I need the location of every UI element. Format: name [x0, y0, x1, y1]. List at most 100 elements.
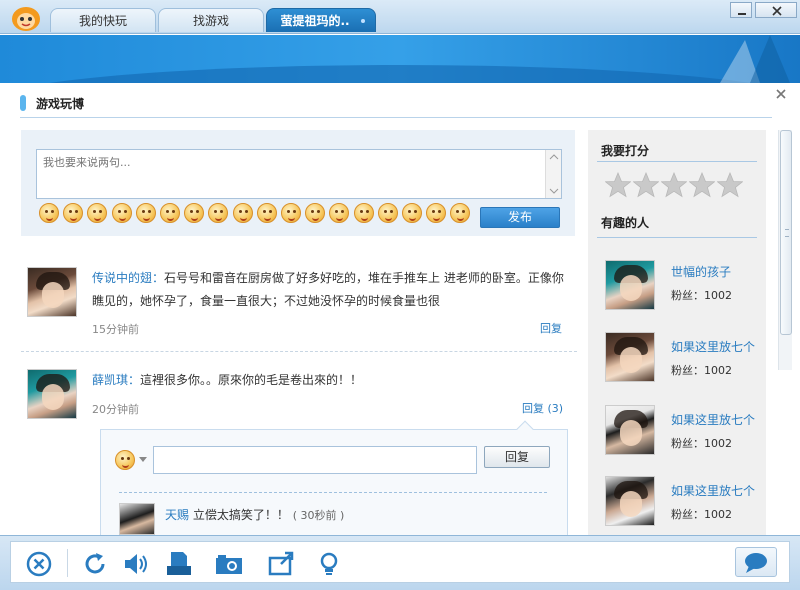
- emoji-icon[interactable]: [232, 203, 253, 223]
- emoji-dropdown-icon[interactable]: [139, 457, 147, 462]
- post-username[interactable]: 传说中的翅：: [92, 271, 164, 285]
- scrollbar-thumb[interactable]: [780, 130, 792, 335]
- app-logo-icon: [12, 7, 40, 31]
- emoji-icon[interactable]: [39, 203, 59, 223]
- person-name[interactable]: 如果这里放七个: [671, 411, 755, 428]
- toolbar-inner: [10, 541, 790, 583]
- banner-decoration: [49, 35, 790, 83]
- reply-count-link[interactable]: 回复 (3): [522, 400, 563, 416]
- scroll-arrows-icon: [549, 154, 559, 194]
- people-title: 有趣的人: [601, 216, 650, 230]
- emoji-icon[interactable]: [402, 203, 422, 223]
- emoji-icon[interactable]: [160, 203, 180, 223]
- emoji-icon[interactable]: [377, 203, 398, 223]
- avatar[interactable]: [27, 369, 77, 419]
- page-title: 游戏玩博: [36, 97, 85, 111]
- emoji-icon[interactable]: [87, 203, 108, 223]
- publish-button[interactable]: 发布: [480, 207, 560, 228]
- reply-username[interactable]: 天赐: [165, 508, 189, 522]
- minimize-button[interactable]: [730, 2, 752, 18]
- emoji-icon[interactable]: [111, 203, 132, 223]
- person-avatar[interactable]: [605, 332, 655, 382]
- comment-input[interactable]: [36, 149, 562, 199]
- person-fans: 粉丝：1002: [671, 508, 732, 521]
- emoji-icon[interactable]: [184, 203, 205, 223]
- reply-avatar[interactable]: [119, 503, 155, 535]
- person-fans: 粉丝：1002: [671, 289, 732, 302]
- chat-bubble-icon: [745, 553, 767, 573]
- post-text: 薛凯琪：這裡很多你。。原來你的毛是卷出來的！！: [92, 369, 572, 392]
- tab-find-games[interactable]: 找游戏: [158, 8, 264, 32]
- star-icon[interactable]: [717, 172, 743, 198]
- person-name[interactable]: 如果这里放七个: [671, 482, 755, 499]
- avatar[interactable]: [27, 267, 77, 317]
- star-icon[interactable]: [633, 172, 659, 198]
- tab-my-games[interactable]: 我的快玩: [50, 8, 156, 32]
- reply-box-notch: [516, 420, 534, 438]
- panel-close-icon[interactable]: [774, 87, 788, 101]
- camera-icon[interactable]: [215, 550, 243, 578]
- user-icon[interactable]: [165, 550, 193, 578]
- tab-label: 找游戏: [192, 14, 229, 28]
- reply-time: ( 30秒前 ): [292, 509, 345, 522]
- star-icon[interactable]: [605, 172, 631, 198]
- refresh-icon[interactable]: [81, 550, 109, 578]
- close-window-button[interactable]: [755, 2, 797, 18]
- reply-button[interactable]: 回复: [484, 446, 550, 468]
- star-icon[interactable]: [689, 172, 715, 198]
- reply-content: 立偿太搞笑了！！: [192, 508, 289, 522]
- share-icon[interactable]: [267, 550, 295, 578]
- main-panel: 游戏玩博 发布 传说中的翅：石号号和雷音在厨房做了好多好吃的，堆在手推车上 进老…: [4, 83, 796, 590]
- lightbulb-icon[interactable]: [315, 550, 343, 578]
- person-fans: 粉丝：1002: [671, 364, 732, 377]
- person-name[interactable]: 如果这里放七个: [671, 338, 755, 355]
- tab-label: 我的快玩: [78, 14, 127, 28]
- emoji-icon[interactable]: [329, 203, 350, 223]
- rate-title: 我要打分: [601, 144, 650, 158]
- post-username[interactable]: 薛凯琪：: [92, 373, 140, 387]
- emoji-icon[interactable]: [426, 203, 447, 223]
- bottom-toolbar: [0, 535, 800, 590]
- volume-icon[interactable]: [122, 550, 150, 578]
- post-time: 20分钟前: [92, 403, 139, 416]
- emoji-picker-icon[interactable]: [115, 450, 135, 470]
- person-avatar[interactable]: [605, 260, 655, 310]
- minimize-icon: [738, 13, 746, 15]
- emoji-icon[interactable]: [208, 203, 229, 223]
- sidebar: 我要打分 有趣的人 世幅的孩子 粉丝：1002 如果这里放七个 粉丝：1002 …: [588, 130, 766, 535]
- input-scrollbar[interactable]: [545, 150, 561, 198]
- reply-divider: [119, 492, 547, 493]
- post-divider: [21, 351, 577, 352]
- tab-current-game[interactable]: 萤提祖玛的..: [266, 8, 376, 32]
- person-avatar[interactable]: [605, 405, 655, 455]
- person-name[interactable]: 世幅的孩子: [671, 263, 731, 280]
- reply-link[interactable]: 回复: [540, 320, 562, 336]
- emoji-icon[interactable]: [450, 203, 471, 223]
- person-avatar[interactable]: [605, 476, 655, 526]
- tab-close-dot-icon[interactable]: [361, 19, 365, 23]
- emoji-icon[interactable]: [63, 203, 84, 223]
- close-circle-icon[interactable]: [25, 550, 53, 578]
- post-content: 這裡很多你。。原來你的毛是卷出來的！！: [140, 373, 363, 387]
- people-divider: [597, 237, 757, 238]
- content-scrollbar[interactable]: [778, 130, 792, 370]
- header-divider: [20, 117, 772, 118]
- header-accent-bar: [20, 95, 26, 111]
- emoji-icon[interactable]: [305, 203, 326, 223]
- rate-divider: [597, 161, 757, 162]
- post-time: 15分钟前: [92, 323, 139, 336]
- composer: 发布: [21, 130, 575, 236]
- emoji-icon[interactable]: [353, 203, 374, 223]
- close-icon: [772, 6, 782, 16]
- title-bar: 我的快玩 找游戏 萤提祖玛的..: [0, 0, 800, 34]
- emoji-icon[interactable]: [135, 203, 156, 223]
- person-fans: 粉丝：1002: [671, 437, 732, 450]
- toolbar-separator: [67, 549, 68, 577]
- reply-input[interactable]: [153, 446, 477, 474]
- emoji-icon[interactable]: [256, 203, 277, 223]
- banner: [0, 35, 800, 83]
- tab-label: 萤提祖玛的..: [280, 14, 350, 28]
- star-icon[interactable]: [661, 172, 687, 198]
- emoji-icon[interactable]: [281, 203, 301, 223]
- chat-button[interactable]: [735, 547, 777, 577]
